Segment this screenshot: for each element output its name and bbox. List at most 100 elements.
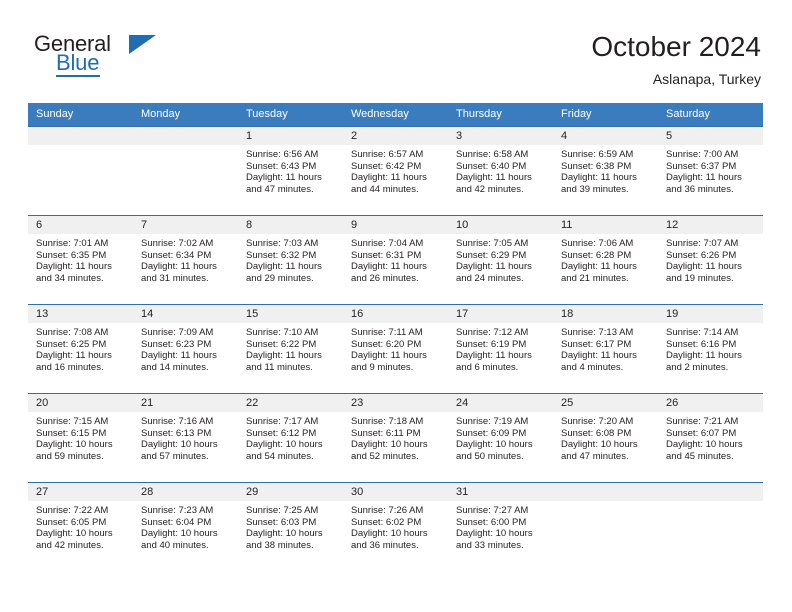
calendar-day-cell[interactable]: 20 Sunrise: 7:15 AM Sunset: 6:15 PM Dayligh… bbox=[28, 393, 133, 483]
day-details: Sunrise: 7:04 AM Sunset: 6:31 PM Daylight:… bbox=[343, 234, 448, 284]
sunrise-text: Sunrise: 6:57 AM bbox=[351, 149, 424, 160]
sunrise-text: Sunrise: 7:17 AM bbox=[246, 416, 319, 427]
calendar-day-cell[interactable]: 9 Sunrise: 7:04 AM Sunset: 6:31 PM Daylight… bbox=[343, 215, 448, 305]
sunset-text: Sunset: 6:12 PM bbox=[246, 427, 317, 439]
daylight-text-line1: Daylight: 10 hours bbox=[456, 439, 533, 451]
sunrise-text: Sunrise: 7:01 AM bbox=[36, 238, 109, 249]
day-details: Sunrise: 7:21 AM Sunset: 6:07 PM Daylight:… bbox=[658, 412, 763, 462]
day-number: 24 bbox=[448, 394, 553, 412]
day-number: 15 bbox=[238, 305, 343, 323]
day-details: Sunrise: 7:00 AM Sunset: 6:37 PM Daylight:… bbox=[658, 145, 763, 195]
calendar-week-row: 27 Sunrise: 7:22 AM Sunset: 6:05 PM Dayligh… bbox=[28, 482, 763, 572]
day-number: 9 bbox=[343, 216, 448, 234]
day-number: 16 bbox=[343, 305, 448, 323]
calendar-day-cell[interactable]: 30 Sunrise: 7:26 AM Sunset: 6:02 PM Dayligh… bbox=[343, 482, 448, 572]
day-details: Sunrise: 7:15 AM Sunset: 6:15 PM Daylight:… bbox=[28, 412, 133, 462]
day-number: 20 bbox=[28, 394, 133, 412]
daylight-text-line1: Daylight: 10 hours bbox=[141, 439, 218, 451]
day-details: Sunrise: 7:05 AM Sunset: 6:29 PM Daylight:… bbox=[448, 234, 553, 284]
calendar-day-cell[interactable]: 27 Sunrise: 7:22 AM Sunset: 6:05 PM Dayligh… bbox=[28, 482, 133, 572]
day-details: Sunrise: 7:10 AM Sunset: 6:22 PM Daylight:… bbox=[238, 323, 343, 373]
calendar-day-cell[interactable]: 14 Sunrise: 7:09 AM Sunset: 6:23 PM Dayligh… bbox=[133, 304, 238, 394]
calendar-day-cell[interactable]: 7 Sunrise: 7:02 AM Sunset: 6:34 PM Daylight… bbox=[133, 215, 238, 305]
day-number bbox=[133, 127, 238, 145]
calendar-day-cell[interactable]: 4 Sunrise: 6:59 AM Sunset: 6:38 PM Daylight… bbox=[553, 126, 658, 216]
calendar-day-cell[interactable]: 5 Sunrise: 7:00 AM Sunset: 6:37 PM Daylight… bbox=[658, 126, 763, 216]
sunrise-text: Sunrise: 7:14 AM bbox=[666, 327, 739, 338]
day-details: Sunrise: 7:14 AM Sunset: 6:16 PM Daylight:… bbox=[658, 323, 763, 373]
daylight-text-line2: and 31 minutes. bbox=[141, 272, 209, 284]
calendar-day-cell[interactable]: 24 Sunrise: 7:19 AM Sunset: 6:09 PM Dayligh… bbox=[448, 393, 553, 483]
calendar-day-cell[interactable]: 28 Sunrise: 7:23 AM Sunset: 6:04 PM Dayligh… bbox=[133, 482, 238, 572]
calendar-day-cell-empty bbox=[28, 126, 133, 216]
calendar-day-cell[interactable]: 16 Sunrise: 7:11 AM Sunset: 6:20 PM Dayligh… bbox=[343, 304, 448, 394]
sunset-text: Sunset: 6:07 PM bbox=[666, 427, 737, 439]
calendar-day-cell[interactable]: 15 Sunrise: 7:10 AM Sunset: 6:22 PM Dayligh… bbox=[238, 304, 343, 394]
calendar-day-cell-empty bbox=[553, 482, 658, 572]
sunrise-text: Sunrise: 6:59 AM bbox=[561, 149, 634, 160]
day-number: 26 bbox=[658, 394, 763, 412]
sunset-text: Sunset: 6:02 PM bbox=[351, 516, 422, 528]
sunrise-text: Sunrise: 7:06 AM bbox=[561, 238, 634, 249]
calendar-day-cell[interactable]: 2 Sunrise: 6:57 AM Sunset: 6:42 PM Daylight… bbox=[343, 126, 448, 216]
calendar-day-cell[interactable]: 21 Sunrise: 7:16 AM Sunset: 6:13 PM Dayligh… bbox=[133, 393, 238, 483]
day-number: 30 bbox=[343, 483, 448, 501]
daylight-text-line2: and 16 minutes. bbox=[36, 361, 104, 373]
day-number: 5 bbox=[658, 127, 763, 145]
calendar-day-cell[interactable]: 23 Sunrise: 7:18 AM Sunset: 6:11 PM Dayligh… bbox=[343, 393, 448, 483]
daylight-text-line1: Daylight: 11 hours bbox=[666, 350, 742, 362]
calendar-day-cell[interactable]: 18 Sunrise: 7:13 AM Sunset: 6:17 PM Dayligh… bbox=[553, 304, 658, 394]
sunrise-text: Sunrise: 7:27 AM bbox=[456, 505, 529, 516]
daylight-text-line1: Daylight: 10 hours bbox=[561, 439, 638, 451]
weekday-header-tuesday: Tuesday bbox=[238, 103, 343, 127]
calendar-day-cell[interactable]: 26 Sunrise: 7:21 AM Sunset: 6:07 PM Dayligh… bbox=[658, 393, 763, 483]
day-number: 7 bbox=[133, 216, 238, 234]
calendar-day-cell[interactable]: 13 Sunrise: 7:08 AM Sunset: 6:25 PM Dayligh… bbox=[28, 304, 133, 394]
calendar-week-row: 20 Sunrise: 7:15 AM Sunset: 6:15 PM Dayligh… bbox=[28, 393, 763, 483]
sunrise-text: Sunrise: 7:11 AM bbox=[351, 327, 423, 338]
day-details: Sunrise: 6:57 AM Sunset: 6:42 PM Daylight:… bbox=[343, 145, 448, 195]
calendar-day-cell[interactable]: 29 Sunrise: 7:25 AM Sunset: 6:03 PM Dayligh… bbox=[238, 482, 343, 572]
daylight-text-line1: Daylight: 11 hours bbox=[351, 172, 427, 184]
sunrise-text: Sunrise: 7:12 AM bbox=[456, 327, 529, 338]
day-number bbox=[28, 127, 133, 145]
calendar-day-cell[interactable]: 19 Sunrise: 7:14 AM Sunset: 6:16 PM Dayligh… bbox=[658, 304, 763, 394]
calendar-day-cell[interactable]: 8 Sunrise: 7:03 AM Sunset: 6:32 PM Daylight… bbox=[238, 215, 343, 305]
daylight-text-line1: Daylight: 10 hours bbox=[141, 528, 218, 540]
sunset-text: Sunset: 6:11 PM bbox=[351, 427, 421, 439]
day-details: Sunrise: 7:22 AM Sunset: 6:05 PM Daylight:… bbox=[28, 501, 133, 551]
daylight-text-line2: and 9 minutes. bbox=[351, 361, 414, 373]
sunset-text: Sunset: 6:42 PM bbox=[351, 160, 422, 172]
day-details: Sunrise: 6:58 AM Sunset: 6:40 PM Daylight:… bbox=[448, 145, 553, 195]
calendar-day-cell[interactable]: 22 Sunrise: 7:17 AM Sunset: 6:12 PM Dayligh… bbox=[238, 393, 343, 483]
calendar-day-cell[interactable]: 12 Sunrise: 7:07 AM Sunset: 6:26 PM Dayligh… bbox=[658, 215, 763, 305]
day-details: Sunrise: 7:19 AM Sunset: 6:09 PM Daylight:… bbox=[448, 412, 553, 462]
day-details: Sunrise: 7:09 AM Sunset: 6:23 PM Daylight:… bbox=[133, 323, 238, 373]
calendar-day-cell[interactable]: 1 Sunrise: 6:56 AM Sunset: 6:43 PM Daylight… bbox=[238, 126, 343, 216]
sunrise-text: Sunrise: 7:02 AM bbox=[141, 238, 214, 249]
day-number: 27 bbox=[28, 483, 133, 501]
page-subtitle: Aslanapa, Turkey bbox=[652, 71, 761, 87]
weekday-header-saturday: Saturday bbox=[658, 103, 763, 127]
calendar-day-cell[interactable]: 31 Sunrise: 7:27 AM Sunset: 6:00 PM Dayligh… bbox=[448, 482, 553, 572]
daylight-text-line1: Daylight: 10 hours bbox=[246, 528, 323, 540]
calendar-day-cell[interactable]: 6 Sunrise: 7:01 AM Sunset: 6:35 PM Daylight… bbox=[28, 215, 133, 305]
calendar-day-cell[interactable]: 3 Sunrise: 6:58 AM Sunset: 6:40 PM Daylight… bbox=[448, 126, 553, 216]
calendar-day-cell[interactable]: 25 Sunrise: 7:20 AM Sunset: 6:08 PM Dayligh… bbox=[553, 393, 658, 483]
daylight-text-line1: Daylight: 10 hours bbox=[351, 439, 428, 451]
daylight-text-line2: and 39 minutes. bbox=[561, 183, 629, 195]
calendar-day-cell[interactable]: 17 Sunrise: 7:12 AM Sunset: 6:19 PM Dayligh… bbox=[448, 304, 553, 394]
general-blue-logo[interactable]: General Blue bbox=[34, 33, 214, 83]
sunset-text: Sunset: 6:04 PM bbox=[141, 516, 212, 528]
calendar-day-cell[interactable]: 10 Sunrise: 7:05 AM Sunset: 6:29 PM Dayligh… bbox=[448, 215, 553, 305]
sunrise-text: Sunrise: 7:09 AM bbox=[141, 327, 214, 338]
sunset-text: Sunset: 6:05 PM bbox=[36, 516, 107, 528]
calendar-day-cell[interactable]: 11 Sunrise: 7:06 AM Sunset: 6:28 PM Dayligh… bbox=[553, 215, 658, 305]
day-number: 17 bbox=[448, 305, 553, 323]
day-details: Sunrise: 7:23 AM Sunset: 6:04 PM Daylight:… bbox=[133, 501, 238, 551]
daylight-text-line1: Daylight: 11 hours bbox=[246, 172, 322, 184]
day-number bbox=[658, 483, 763, 501]
sunset-text: Sunset: 6:26 PM bbox=[666, 249, 737, 261]
weekday-header-wednesday: Wednesday bbox=[343, 103, 448, 127]
sunset-text: Sunset: 6:28 PM bbox=[561, 249, 632, 261]
